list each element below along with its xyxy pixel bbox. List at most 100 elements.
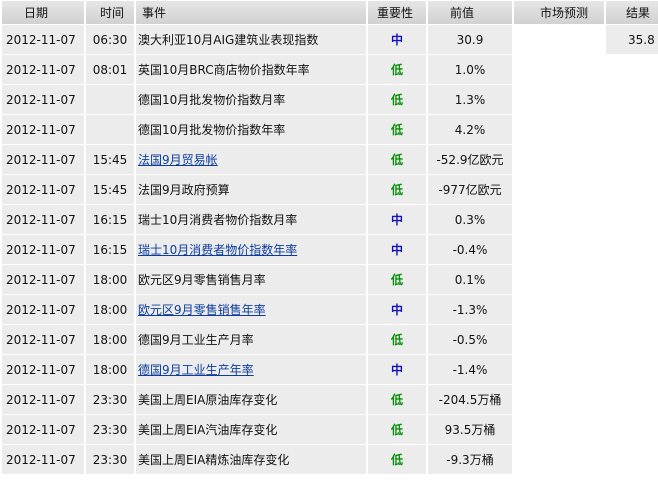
cell-actual	[606, 115, 658, 144]
cell-date: 2012-11-07	[2, 85, 84, 114]
cell-event: 瑞士10月消费者物价指数年率	[136, 235, 366, 264]
cell-actual	[606, 385, 658, 414]
cell-date: 2012-11-07	[2, 415, 84, 444]
cell-event: 美国上周EIA汽油库存变化	[136, 415, 366, 444]
cell-forecast	[514, 85, 604, 114]
table-row: 2012-11-07 15:45 法国9月贸易帐 低 -52.9亿欧元	[2, 145, 658, 174]
cell-date: 2012-11-07	[2, 145, 84, 174]
cell-previous: 0.1%	[428, 265, 512, 294]
cell-importance: 低	[368, 85, 426, 114]
cell-previous: 93.5万桶	[428, 415, 512, 444]
cell-previous: -204.5万桶	[428, 385, 512, 414]
cell-previous: -0.4%	[428, 235, 512, 264]
cell-forecast	[514, 25, 604, 54]
header-event: 事件	[136, 1, 366, 24]
table-row: 2012-11-07 23:30 美国上周EIA汽油库存变化低 93.5万桶	[2, 415, 658, 444]
cell-importance: 低	[368, 445, 426, 474]
cell-event: 德国9月工业生产月率	[136, 325, 366, 354]
cell-actual	[606, 445, 658, 474]
cell-actual	[606, 355, 658, 384]
cell-event: 美国上周EIA原油库存变化	[136, 385, 366, 414]
cell-time: 18:00	[86, 295, 134, 324]
cell-importance: 低	[368, 415, 426, 444]
cell-actual	[606, 265, 658, 294]
cell-previous: 1.3%	[428, 85, 512, 114]
cell-forecast	[514, 145, 604, 174]
cell-forecast	[514, 355, 604, 384]
event-link[interactable]: 法国9月贸易帐	[138, 153, 218, 167]
cell-forecast	[514, 235, 604, 264]
cell-time: 23:30	[86, 415, 134, 444]
table-row: 2012-11-07 16:15 瑞士10月消费者物价指数月率中 0.3%	[2, 205, 658, 234]
cell-previous: 0.3%	[428, 205, 512, 234]
cell-date: 2012-11-07	[2, 25, 84, 54]
cell-date: 2012-11-07	[2, 175, 84, 204]
cell-previous: -1.4%	[428, 355, 512, 384]
header-importance: 重要性	[368, 1, 426, 24]
event-link[interactable]: 德国9月工业生产年率	[138, 363, 254, 377]
cell-importance: 低	[368, 325, 426, 354]
cell-previous: -1.3%	[428, 295, 512, 324]
table-row: 2012-11-07 18:00 德国9月工业生产月率低 -0.5%	[2, 325, 658, 354]
cell-importance: 中	[368, 25, 426, 54]
cell-date: 2012-11-07	[2, 385, 84, 414]
cell-forecast	[514, 325, 604, 354]
cell-actual	[606, 85, 658, 114]
cell-date: 2012-11-07	[2, 55, 84, 84]
cell-forecast	[514, 295, 604, 324]
cell-date: 2012-11-07	[2, 445, 84, 474]
cell-event: 瑞士10月消费者物价指数月率	[136, 205, 366, 234]
cell-date: 2012-11-07	[2, 295, 84, 324]
event-link[interactable]: 欧元区9月零售销售年率	[138, 303, 266, 317]
cell-event: 德国9月工业生产年率	[136, 355, 366, 384]
cell-importance: 低	[368, 385, 426, 414]
table-row: 2012-11-07 16:15 瑞士10月消费者物价指数年率 中 -0.4%	[2, 235, 658, 264]
cell-importance: 中	[368, 235, 426, 264]
table-header-row: 日期 时间 事件 重要性 前值 市场预测 结果	[2, 1, 658, 24]
cell-event: 法国9月贸易帐	[136, 145, 366, 174]
event-link[interactable]: 瑞士10月消费者物价指数年率	[138, 243, 297, 257]
cell-event: 欧元区9月零售销售年率	[136, 295, 366, 324]
cell-previous: -0.5%	[428, 325, 512, 354]
cell-importance: 低	[368, 265, 426, 294]
cell-importance: 低	[368, 55, 426, 84]
cell-time: 08:01	[86, 55, 134, 84]
cell-importance: 低	[368, 115, 426, 144]
cell-forecast	[514, 175, 604, 204]
header-previous: 前值	[428, 1, 512, 24]
table-row: 2012-11-07 23:30 美国上周EIA精炼油库存变化低 -9.3万桶	[2, 445, 658, 474]
cell-actual	[606, 175, 658, 204]
cell-time: 15:45	[86, 175, 134, 204]
cell-importance: 中	[368, 205, 426, 234]
cell-time: 06:30	[86, 25, 134, 54]
cell-forecast	[514, 445, 604, 474]
cell-time: 18:00	[86, 265, 134, 294]
cell-actual	[606, 235, 658, 264]
cell-previous: 1.0%	[428, 55, 512, 84]
cell-time: 23:30	[86, 445, 134, 474]
cell-importance: 中	[368, 295, 426, 324]
cell-actual: 35.8	[606, 25, 658, 54]
cell-forecast	[514, 385, 604, 414]
table-row: 2012-11-07 06:30 澳大利亚10月AIG建筑业表现指数中 30.9 35.…	[2, 25, 658, 54]
cell-event: 英国10月BRC商店物价指数年率	[136, 55, 366, 84]
cell-previous: 4.2%	[428, 115, 512, 144]
table-row: 2012-11-07 18:00 欧元区9月零售销售月率低 0.1%	[2, 265, 658, 294]
cell-time	[86, 115, 134, 144]
cell-actual	[606, 325, 658, 354]
cell-event: 德国10月批发物价指数月率	[136, 85, 366, 114]
cell-actual	[606, 205, 658, 234]
economic-calendar-table: 日期 时间 事件 重要性 前值 市场预测 结果 2012-11-07 06:30 澳…	[0, 0, 658, 475]
table-row: 2012-11-07 23:30 美国上周EIA原油库存变化低 -204.5万桶	[2, 385, 658, 414]
cell-importance: 低	[368, 175, 426, 204]
cell-event: 欧元区9月零售销售月率	[136, 265, 366, 294]
cell-date: 2012-11-07	[2, 235, 84, 264]
header-time: 时间	[86, 1, 134, 24]
cell-actual	[606, 55, 658, 84]
cell-date: 2012-11-07	[2, 115, 84, 144]
cell-date: 2012-11-07	[2, 355, 84, 384]
cell-time: 23:30	[86, 385, 134, 414]
cell-forecast	[514, 115, 604, 144]
cell-previous: 30.9	[428, 25, 512, 54]
cell-event: 澳大利亚10月AIG建筑业表现指数	[136, 25, 366, 54]
